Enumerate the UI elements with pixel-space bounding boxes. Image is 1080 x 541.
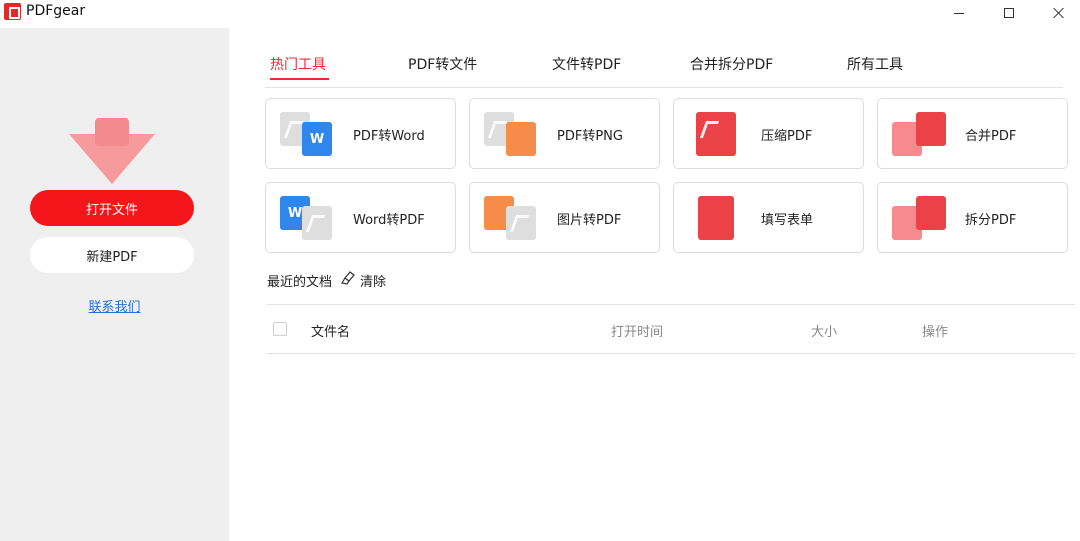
tab-file-to-pdf[interactable]: 文件转PDF — [552, 54, 621, 74]
tool-label: 压缩PDF — [761, 129, 813, 144]
merge-pdf-icon — [892, 112, 948, 156]
minimize-icon — [954, 12, 964, 14]
tool-label: Word转PDF — [353, 213, 425, 228]
close-button[interactable] — [1036, 0, 1080, 26]
contact-us-link[interactable]: 联系我们 — [0, 296, 229, 315]
tool-card-fill-form[interactable]: 填写表单 — [673, 182, 864, 253]
close-icon — [1053, 7, 1065, 19]
tool-card-split-pdf[interactable]: 拆分PDF — [877, 182, 1068, 253]
title-bar: PDFgear — [0, 0, 1080, 26]
image-to-pdf-icon — [484, 196, 540, 240]
new-pdf-button[interactable]: 新建PDF — [30, 237, 194, 273]
word-to-pdf-icon: W — [280, 196, 336, 240]
fill-form-icon — [688, 196, 744, 240]
column-open-time[interactable]: 打开时间 — [611, 321, 663, 340]
sidebar: 打开文件 新建PDF 联系我们 — [0, 28, 229, 541]
tool-card-merge-pdf[interactable]: 合并PDF — [877, 98, 1068, 169]
tab-all-tools[interactable]: 所有工具 — [847, 54, 903, 74]
broom-icon[interactable] — [340, 270, 356, 286]
tab-popular-tools[interactable]: 热门工具 — [270, 54, 326, 74]
tool-label: PDF转Word — [353, 129, 425, 144]
app-title: PDFgear — [26, 3, 86, 19]
open-file-button[interactable]: 打开文件 — [30, 190, 194, 226]
tab-pdf-to-file[interactable]: PDF转文件 — [408, 54, 477, 74]
active-tab-indicator — [270, 78, 329, 80]
tool-label: 填写表单 — [761, 213, 814, 228]
column-actions: 操作 — [922, 325, 949, 340]
tool-label: PDF转PNG — [557, 129, 623, 144]
recent-table-header: 文件名 打开时间 大小 操作 — [266, 304, 1075, 354]
tab-merge-split-pdf[interactable]: 合并拆分PDF — [690, 54, 773, 74]
tool-label: 拆分PDF — [965, 213, 1017, 228]
maximize-icon — [1004, 8, 1014, 18]
recent-documents-title: 最近的文档 — [267, 275, 333, 290]
select-all-checkbox[interactable] — [273, 322, 287, 336]
tool-card-compress-pdf[interactable]: 压缩PDF — [673, 98, 864, 169]
clear-recent-button[interactable]: 清除 — [360, 271, 386, 290]
tool-card-image-to-pdf[interactable]: 图片转PDF — [469, 182, 660, 253]
pdfgear-logo-icon — [4, 3, 21, 20]
tool-card-pdf-to-png[interactable]: PDF转PNG — [469, 98, 660, 169]
tool-card-word-to-pdf[interactable]: W Word转PDF — [265, 182, 456, 253]
tool-card-pdf-to-word[interactable]: W PDF转Word — [265, 98, 456, 169]
drop-file-arrow-icon — [69, 118, 155, 184]
column-size[interactable]: 大小 — [811, 321, 837, 340]
split-pdf-icon — [892, 196, 948, 240]
tool-label: 合并PDF — [965, 129, 1017, 144]
minimize-button[interactable] — [936, 0, 982, 26]
tool-label: 图片转PDF — [557, 213, 622, 228]
pdf-to-word-icon: W — [280, 112, 336, 156]
compress-pdf-icon — [688, 112, 744, 156]
column-file-name[interactable]: 文件名 — [311, 321, 350, 340]
maximize-button[interactable] — [986, 0, 1032, 26]
tool-tabs: 热门工具 PDF转文件 文件转PDF 合并拆分PDF 所有工具 — [265, 52, 1063, 88]
pdf-to-png-icon — [484, 112, 540, 156]
